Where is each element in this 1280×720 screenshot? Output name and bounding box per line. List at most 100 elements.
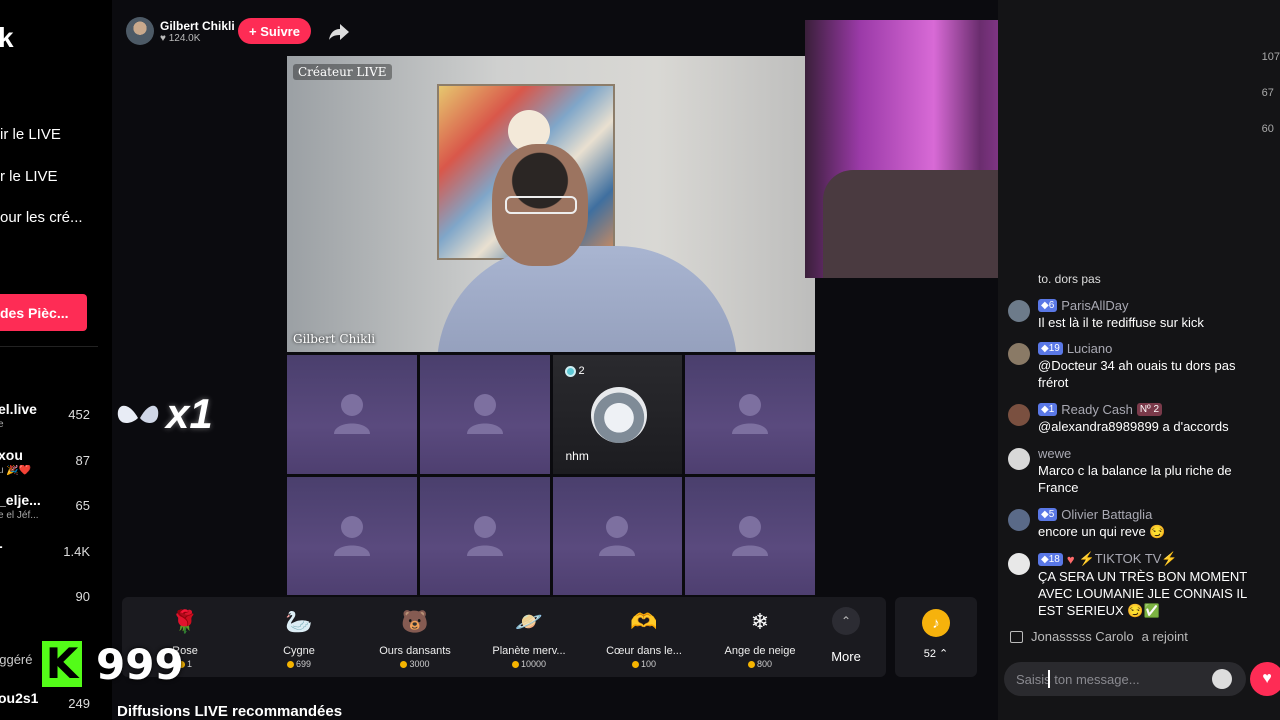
ranking-count: 452 bbox=[68, 407, 90, 422]
user-avatar[interactable] bbox=[1008, 448, 1030, 470]
ranking-row[interactable]: xou u 🎉❤️ 87 bbox=[0, 447, 98, 487]
more-gifts-button[interactable]: ⌃ More bbox=[820, 607, 872, 664]
chat-message[interactable]: wewe Marco c la balance la plu riche de … bbox=[1006, 446, 1268, 496]
user-avatar[interactable] bbox=[1008, 300, 1030, 322]
rose-icon: 🌹 bbox=[171, 609, 199, 634]
gift-price: 3000 bbox=[360, 659, 470, 669]
chevron-up-icon: ⌃ bbox=[832, 607, 860, 635]
chat-message[interactable]: ◆ 6 ParisAllDay Il est là il te rediffuse … bbox=[1006, 298, 1268, 331]
ranking-row[interactable]: - 1.4K bbox=[0, 538, 98, 578]
suggested-user-row[interactable]: ou2s1 249 bbox=[0, 690, 98, 720]
user-avatar[interactable] bbox=[1008, 404, 1030, 426]
gift-multiplier: x1 bbox=[166, 390, 213, 437]
snow-angel-icon: ❄ bbox=[750, 609, 770, 634]
host-avatar[interactable] bbox=[126, 17, 154, 45]
chat-message[interactable]: ◆ 5 Olivier Battaglia encore un qui reve 😏 bbox=[1006, 507, 1268, 540]
host-name[interactable]: Gilbert Chikli bbox=[160, 19, 235, 33]
kick-viewer-count: 999 bbox=[96, 640, 184, 689]
gift-name: Planète merv... bbox=[492, 645, 566, 657]
joined-username[interactable]: Jonasssss Carolo bbox=[1031, 629, 1134, 644]
ranking-row[interactable]: el.live e 452 bbox=[0, 401, 98, 441]
person-placeholder-icon bbox=[599, 515, 636, 556]
heart-like-icon[interactable]: ♥ bbox=[1250, 662, 1280, 696]
empty-guest-slot[interactable] bbox=[419, 355, 550, 474]
empty-guest-slot[interactable] bbox=[287, 476, 417, 595]
empty-guest-slot[interactable] bbox=[287, 355, 417, 474]
sidebar-link-3[interactable]: our les cré... bbox=[0, 209, 83, 226]
main-video[interactable]: Créateur LIVE Gilbert Chikli bbox=[287, 56, 815, 352]
share-icon[interactable] bbox=[328, 22, 350, 42]
sidebar-link-2[interactable]: r le LIVE bbox=[0, 168, 58, 185]
video-name-label: Gilbert Chikli bbox=[293, 332, 376, 346]
chat-username[interactable]: ⚡TIKTOK TV⚡ bbox=[1079, 551, 1178, 567]
level-badge: ◆ 18 bbox=[1038, 552, 1063, 566]
angel-wings-icon bbox=[117, 405, 159, 423]
creator-live-label: Créateur LIVE bbox=[293, 64, 392, 80]
emoji-icon[interactable] bbox=[1212, 669, 1232, 689]
level-badge-value: 1 bbox=[1048, 404, 1055, 415]
gift-name: Cygne bbox=[283, 645, 315, 657]
chat-username[interactable]: ParisAllDay bbox=[1061, 298, 1128, 313]
empty-guest-slot[interactable] bbox=[685, 476, 815, 595]
gift-price-value: 3000 bbox=[409, 659, 430, 669]
guest-slot-nhm[interactable]: 2 nhm bbox=[552, 355, 683, 474]
user-avatar[interactable] bbox=[1008, 509, 1030, 531]
empty-guest-slot[interactable] bbox=[685, 355, 815, 474]
get-coins-button[interactable]: des Pièc... bbox=[0, 294, 87, 331]
user-avatar[interactable] bbox=[1008, 553, 1030, 575]
gift-ange-de-neige[interactable]: ❄ Ange de neige 800 bbox=[705, 601, 815, 675]
sidebar-divider bbox=[0, 346, 98, 347]
level-badge-value: 5 bbox=[1048, 509, 1055, 520]
person-placeholder-icon bbox=[333, 515, 370, 556]
chat-message[interactable]: ◆ 18 ♥ ⚡TIKTOK TV⚡ ÇA SERA UN TRÈS BON MOME… bbox=[1006, 551, 1268, 619]
chat-message[interactable]: ◆ 1 Ready Cash Nº 2 @alexandra8989899 a d'a… bbox=[1006, 402, 1268, 435]
person-placeholder-icon bbox=[732, 394, 769, 435]
coin-icon bbox=[511, 660, 519, 668]
coin-balance-button[interactable]: ♪ 52 ⌃ bbox=[895, 597, 977, 677]
person-placeholder-icon bbox=[466, 515, 503, 556]
user-avatar[interactable] bbox=[1008, 343, 1030, 365]
ranking-row[interactable]: _elje... e el Jéf... 65 bbox=[0, 492, 98, 532]
more-label: More bbox=[831, 649, 861, 664]
creator-body bbox=[437, 246, 737, 352]
ranking-count: 87 bbox=[75, 453, 90, 468]
empty-guest-slot[interactable] bbox=[552, 476, 683, 595]
level-badge-value: 18 bbox=[1048, 553, 1060, 565]
level-badge: ◆ 1 bbox=[1038, 403, 1058, 416]
coin-balance-value: 52 bbox=[923, 648, 936, 660]
ranking-sub: e el Jéf... bbox=[0, 510, 39, 521]
gift-planete[interactable]: 🪐 Planète merv... 10000 bbox=[474, 601, 584, 675]
person-placeholder-icon bbox=[466, 394, 503, 435]
join-notification: Jonasssss Carolo a rejoint bbox=[1010, 629, 1188, 644]
chat-username[interactable]: Olivier Battaglia bbox=[1061, 507, 1152, 522]
host-info[interactable]: Gilbert Chikli ♥ 124.0K bbox=[126, 16, 235, 46]
ranking-name: - bbox=[0, 538, 3, 554]
ranking-sub: u 🎉❤️ bbox=[0, 465, 32, 476]
chat-text: Marco c la balance la plu riche de Franc… bbox=[1038, 463, 1232, 495]
sidebar-link-1[interactable]: ir le LIVE bbox=[0, 126, 61, 143]
chat-message[interactable]: ◆ 19 Luciano @Docteur 34 ah ouais tu dors … bbox=[1006, 341, 1268, 391]
chat-text: encore un qui reve 😏 bbox=[1038, 524, 1166, 539]
ranking-row[interactable]: 90 bbox=[0, 583, 98, 623]
level-badge: ◆ 19 bbox=[1038, 342, 1063, 355]
gift-price-value: 699 bbox=[295, 659, 312, 669]
empty-guest-slot[interactable] bbox=[419, 476, 550, 595]
suggested-user-count: 249 bbox=[68, 696, 90, 711]
tiktok-logo[interactable]: k bbox=[0, 22, 14, 54]
gift-cygne[interactable]: 🦢 Cygne 699 bbox=[244, 601, 354, 675]
chat-username[interactable]: Luciano bbox=[1067, 341, 1113, 356]
heart-hands-icon: 🫶 bbox=[630, 609, 658, 634]
text-cursor bbox=[1048, 670, 1054, 688]
bear-icon: 🐻 bbox=[401, 609, 429, 634]
scroll-numbers: 107 67 60 bbox=[1262, 50, 1280, 135]
gift-ours-dansants[interactable]: 🐻 Ours dansants 3000 bbox=[360, 601, 470, 675]
follow-button[interactable]: + Suivre bbox=[238, 18, 311, 44]
gift-coeur[interactable]: 🫶 Cœur dans le... 100 bbox=[589, 601, 699, 675]
join-text: a rejoint bbox=[1141, 629, 1188, 644]
person-placeholder-icon bbox=[333, 394, 370, 435]
gift-price: 699 bbox=[244, 659, 354, 669]
chat-input[interactable]: Saisis ton message... bbox=[1004, 662, 1246, 696]
chat-username[interactable]: wewe bbox=[1038, 446, 1071, 461]
swan-icon: 🦢 bbox=[285, 609, 313, 634]
chat-username[interactable]: Ready Cash bbox=[1061, 402, 1133, 417]
